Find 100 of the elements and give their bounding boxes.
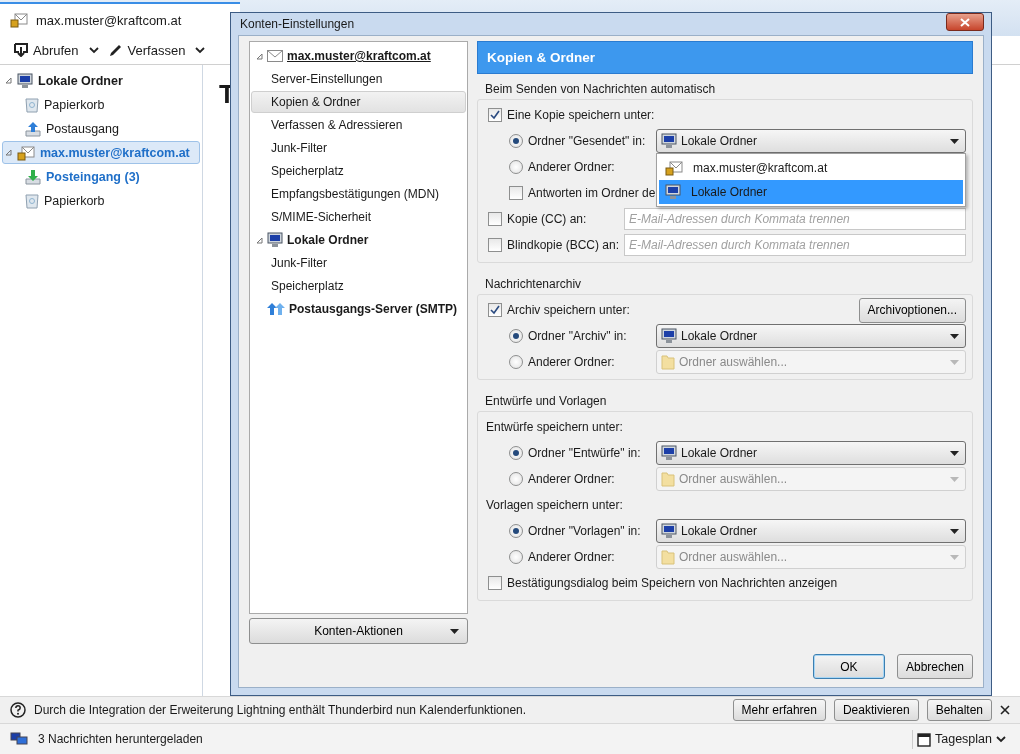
email-field[interactable]: E-Mail-Adressen durch Kommata trennen <box>624 208 966 230</box>
radio-label: Ordner "Vorlagen" in: <box>528 524 642 538</box>
email-field[interactable]: E-Mail-Adressen durch Kommata trennen <box>624 234 966 256</box>
envelope-lock-icon <box>10 12 28 28</box>
radio-button[interactable] <box>509 524 523 538</box>
folder-icon <box>661 471 675 487</box>
caret-icon <box>950 138 959 144</box>
account-tree-item[interactable]: Empfangsbestätigungen (MDN) <box>251 183 466 205</box>
group-label: Entwürfe speichern unter: <box>486 420 623 434</box>
folder-dropdown[interactable]: Lokale Ordner <box>656 324 966 348</box>
section-legend: Entwürfe und Vorlagen <box>477 392 973 411</box>
checkbox[interactable] <box>488 108 502 122</box>
caret-icon <box>950 359 959 365</box>
dialog-button[interactable]: Abbrechen <box>896 654 973 679</box>
radio-label: Ordner "Archiv" in: <box>528 329 628 343</box>
checkbox[interactable] <box>488 212 502 226</box>
checkbox[interactable] <box>509 186 523 200</box>
folder-dropdown[interactable]: Lokale Ordner <box>656 441 966 465</box>
toolbar-button[interactable]: Abrufen <box>10 40 83 60</box>
radio-button[interactable] <box>509 472 523 486</box>
account-tree-item[interactable]: Verfassen & Adressieren <box>251 114 466 136</box>
account-tree-item[interactable]: Lokale Ordner <box>251 229 466 251</box>
checkbox-label: Antworten im Ordner de <box>528 186 656 200</box>
radio-label: Anderer Ordner: <box>528 550 616 564</box>
chevron-down-icon[interactable] <box>88 46 99 54</box>
archive-options-button[interactable]: Archivoptionen... <box>858 297 966 323</box>
account-tree-item[interactable]: S/MIME-Sicherheit <box>251 206 466 228</box>
account-tree-item[interactable]: Kopien & Ordner <box>251 91 466 113</box>
monitor-icon <box>661 523 677 539</box>
expander-icon[interactable] <box>256 52 263 60</box>
notification-button[interactable]: Mehr erfahren <box>732 699 826 721</box>
checkbox-label: Archiv speichern unter: <box>507 303 630 317</box>
folder-tree-item[interactable]: Posteingang (3) <box>2 165 200 188</box>
status-text: 3 Nachrichten heruntergeladen <box>38 732 204 746</box>
toolbar-button[interactable]: Verfassen <box>104 40 190 60</box>
checkbox[interactable] <box>488 576 502 590</box>
folder-tree-item[interactable]: Lokale Ordner <box>2 69 200 92</box>
tray-download-icon <box>25 168 41 185</box>
caret-icon <box>950 450 959 456</box>
monitor-icon <box>17 72 33 89</box>
checkbox[interactable] <box>488 238 502 252</box>
account-tree-item[interactable]: Speicherplatz <box>251 160 466 182</box>
dialog-button[interactable]: OK <box>812 654 885 679</box>
account-tree-item[interactable]: Junk-Filter <box>251 137 466 159</box>
folder-tree-item[interactable]: Papierkorb <box>2 93 200 116</box>
envelope-icon <box>267 50 283 62</box>
arrows-up-icon <box>267 302 285 316</box>
caret-icon <box>450 629 459 634</box>
tray-download-icon <box>14 43 28 57</box>
radio-button[interactable] <box>509 550 523 564</box>
expander-icon[interactable] <box>256 236 263 244</box>
notification-button[interactable]: Deaktivieren <box>833 699 919 721</box>
folder-icon <box>661 549 675 565</box>
checkbox[interactable] <box>488 303 502 317</box>
app-tab[interactable]: max.muster@kraftcom.at <box>0 2 240 36</box>
folder-tree-item[interactable]: Postausgang <box>2 117 200 140</box>
close-button[interactable] <box>946 13 984 31</box>
monitor-icon <box>661 445 677 461</box>
chevron-down-icon[interactable] <box>996 735 1006 743</box>
account-tree-item[interactable]: Postausgangs-Server (SMTP) <box>251 298 466 320</box>
close-icon[interactable] <box>1000 705 1010 715</box>
pencil-icon <box>108 43 123 57</box>
checkbox-label: Eine Kopie speichern unter: <box>507 108 655 122</box>
folder-dropdown[interactable]: Lokale Ordner <box>656 519 966 543</box>
account-tree-item[interactable]: Server-Einstellungen <box>251 68 466 90</box>
radio-label: Ordner "Entwürfe" in: <box>528 446 642 460</box>
dropdown-option[interactable]: Lokale Ordner <box>659 180 963 204</box>
trash-icon <box>25 96 39 113</box>
caret-icon <box>950 528 959 534</box>
calendar-icon <box>917 731 931 747</box>
expander-icon[interactable] <box>5 149 12 156</box>
envelope-lock-icon <box>17 144 35 161</box>
checkbox-label: Blindkopie (BCC) an: <box>507 238 619 252</box>
trash-icon <box>25 192 39 209</box>
radio-button[interactable] <box>509 160 523 174</box>
notification-text: Durch die Integration der Erweiterung Lightning enthält Thunderbird nun Kalenderfunktionen. <box>34 703 528 717</box>
calendar-button[interactable]: Tagesplan <box>912 729 1010 749</box>
notification-button[interactable]: Behalten <box>926 699 992 721</box>
radio-button[interactable] <box>509 446 523 460</box>
folder-tree-item[interactable]: max.muster@kraftcom.at <box>2 141 200 164</box>
envelope-lock-icon <box>665 160 683 176</box>
monitor-icon <box>267 232 283 248</box>
group-label: Vorlagen speichern unter: <box>486 498 623 512</box>
computers-icon <box>10 732 28 746</box>
close-icon <box>960 17 970 27</box>
monitor-icon <box>661 328 677 344</box>
account-tree-item[interactable]: Junk-Filter <box>251 252 466 274</box>
account-actions-button[interactable]: Konten-Aktionen <box>249 618 468 644</box>
folder-tree-item[interactable]: Papierkorb <box>2 189 200 212</box>
caret-icon <box>950 476 959 482</box>
chevron-down-icon[interactable] <box>195 46 206 54</box>
tray-upload-icon <box>25 120 41 137</box>
account-tree-item[interactable]: max.muster@kraftcom.at <box>251 45 466 67</box>
account-tree-item[interactable]: Speicherplatz <box>251 275 466 297</box>
expander-icon[interactable] <box>5 77 12 84</box>
page-title: Kopien & Ordner <box>477 41 973 74</box>
radio-button[interactable] <box>509 329 523 343</box>
radio-button[interactable] <box>509 355 523 369</box>
radio-button[interactable] <box>509 134 523 148</box>
monitor-icon <box>665 184 681 200</box>
